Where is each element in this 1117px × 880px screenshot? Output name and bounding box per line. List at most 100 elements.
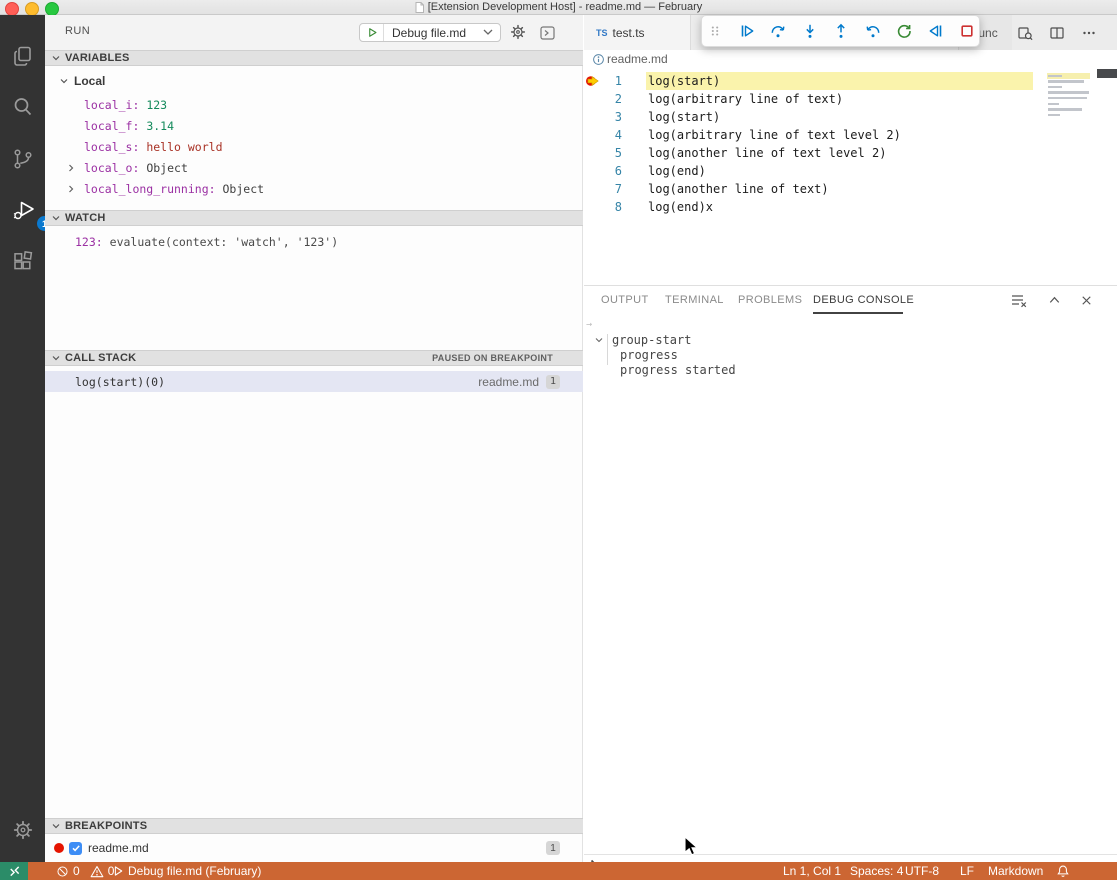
breakpoint-current-line-icon[interactable] [585, 74, 600, 93]
tab-problems[interactable]: PROBLEMS [738, 294, 802, 306]
debug-target-status[interactable]: Debug file.md (February) [112, 862, 261, 880]
tab-debug-console[interactable]: DEBUG CONSOLE [813, 294, 914, 306]
step-into-icon [802, 23, 818, 39]
line-text[interactable]: log(end)x [648, 198, 713, 216]
stack-frame-row[interactable]: log(start)(0) readme.md 1 [45, 371, 583, 392]
line-number[interactable]: 5 [588, 144, 622, 162]
problems-status[interactable]: 0 0 [56, 862, 114, 880]
remote-icon [7, 864, 22, 879]
continue-icon [739, 23, 755, 39]
document-icon [415, 2, 424, 13]
sidebar-item-explorer[interactable] [10, 43, 36, 69]
line-number[interactable]: 3 [588, 108, 622, 126]
breakpoint-row[interactable]: readme.md 1 [45, 839, 583, 857]
maximize-panel-button[interactable] [1045, 291, 1063, 309]
clear-console-button[interactable] [1009, 291, 1027, 309]
configure-launch-button[interactable] [509, 23, 527, 41]
line-text[interactable]: log(arbitrary line of text level 2) [648, 126, 901, 144]
debug-target-label: Debug file.md (February) [128, 862, 261, 880]
line-text[interactable]: log(end) [648, 162, 706, 180]
step-into-button[interactable] [802, 23, 818, 39]
variable-row[interactable]: local_long_running: Object [45, 178, 583, 199]
language-mode-status[interactable]: Markdown [988, 862, 1043, 880]
tab-test-ts[interactable]: TS test.ts [584, 15, 691, 50]
code-line[interactable]: 8 log(end)x [584, 198, 1117, 216]
watch-section-header[interactable]: WATCH [45, 210, 583, 226]
open-preview-button[interactable] [1014, 22, 1036, 44]
code-line[interactable]: 5 log(another line of text level 2) [584, 144, 1117, 162]
line-text[interactable]: log(another line of text) [648, 180, 829, 198]
tab-terminal[interactable]: TERMINAL [665, 294, 724, 306]
call-stack-section-header[interactable]: CALL STACK PAUSED ON BREAKPOINT [45, 350, 583, 366]
console-group-row[interactable]: group-start [584, 333, 1117, 348]
manage-settings-button[interactable] [10, 817, 36, 843]
step-out-button[interactable] [833, 23, 849, 39]
open-debug-console-button[interactable] [539, 25, 555, 40]
variable-row[interactable]: local_f: 3.14 [45, 115, 583, 136]
chevron-down-icon [483, 29, 500, 36]
sidebar-item-search[interactable] [10, 94, 36, 120]
step-back-icon [865, 23, 881, 39]
console-row[interactable]: progress started [584, 363, 1117, 378]
code-line[interactable]: 2 log(arbitrary line of text) [584, 90, 1117, 108]
line-number[interactable]: 7 [588, 180, 622, 198]
minimap[interactable] [1047, 73, 1090, 119]
sidebar-item-source-control[interactable] [10, 146, 36, 172]
reverse-continue-button[interactable] [928, 23, 944, 39]
sidebar-item-extensions[interactable] [10, 249, 36, 275]
line-text[interactable]: log(start) [648, 108, 720, 126]
console-row[interactable]: progress [584, 348, 1117, 363]
editor-scrollbar-thumb[interactable] [1097, 69, 1117, 78]
more-actions-button[interactable] [1078, 22, 1100, 44]
console-line: progress started [620, 363, 736, 378]
line-number[interactable]: 8 [588, 198, 622, 216]
tab-output[interactable]: OUTPUT [601, 294, 649, 306]
eol-status[interactable]: LF [960, 862, 974, 880]
code-editor[interactable]: 1 log(start) 2 log(arbitrary line of tex… [584, 68, 1117, 285]
watch-expression-row[interactable]: 123: evaluate(context: 'watch', '123') [45, 233, 583, 251]
close-panel-button[interactable] [1077, 291, 1095, 309]
notifications-button[interactable] [1056, 862, 1070, 880]
toolbar-drag-handle[interactable] [707, 23, 723, 39]
step-out-icon [833, 23, 849, 39]
line-number[interactable]: 4 [588, 126, 622, 144]
variable-value: 123 [146, 98, 167, 112]
code-line[interactable]: 4 log(arbitrary line of text level 2) [584, 126, 1117, 144]
variable-value: Object [223, 182, 265, 196]
start-debug-button[interactable] [360, 24, 384, 41]
line-number[interactable]: 6 [588, 162, 622, 180]
code-line[interactable]: 3 log(start) [584, 108, 1117, 126]
line-text[interactable]: log(arbitrary line of text) [648, 90, 843, 108]
step-over-button[interactable] [770, 23, 786, 39]
split-editor-button[interactable] [1046, 22, 1068, 44]
code-line[interactable]: 6 log(end) [584, 162, 1117, 180]
line-text[interactable]: log(start) [648, 72, 720, 90]
indentation-status[interactable]: Spaces: 4 [850, 862, 903, 880]
restart-icon [896, 23, 912, 39]
title-bar: [Extension Development Host] - readme.md… [0, 0, 1117, 15]
variable-row[interactable]: local_s: hello world [45, 136, 583, 157]
indent-label: Spaces: 4 [850, 862, 903, 880]
encoding-status[interactable]: UTF-8 [905, 862, 939, 880]
remote-indicator[interactable] [0, 862, 28, 880]
split-editor-icon [1049, 25, 1065, 41]
code-line[interactable]: 1 log(start) [584, 72, 1117, 90]
check-icon [71, 843, 81, 853]
continue-button[interactable] [739, 23, 755, 39]
step-back-button[interactable] [865, 23, 881, 39]
breakpoints-section-header[interactable]: BREAKPOINTS [45, 818, 583, 834]
line-text[interactable]: log(another line of text level 2) [648, 144, 886, 162]
variable-row[interactable]: local_o: Object [45, 157, 583, 178]
cursor-position-status[interactable]: Ln 1, Col 1 [783, 862, 841, 880]
launch-config-dropdown[interactable]: Debug file.md [359, 23, 501, 42]
breakpoint-checkbox[interactable] [69, 842, 82, 855]
close-icon [1079, 293, 1094, 308]
scope-local[interactable]: Local [45, 71, 583, 91]
code-line[interactable]: 7 log(another line of text) [584, 180, 1117, 198]
stop-button[interactable] [959, 23, 975, 39]
variables-section-header[interactable]: VARIABLES [45, 50, 583, 66]
breadcrumb[interactable]: readme.md [584, 50, 1117, 68]
sidebar-item-run-and-debug[interactable]: 1 [10, 198, 36, 224]
variable-row[interactable]: local_i: 123 [45, 94, 583, 115]
restart-button[interactable] [896, 23, 912, 39]
